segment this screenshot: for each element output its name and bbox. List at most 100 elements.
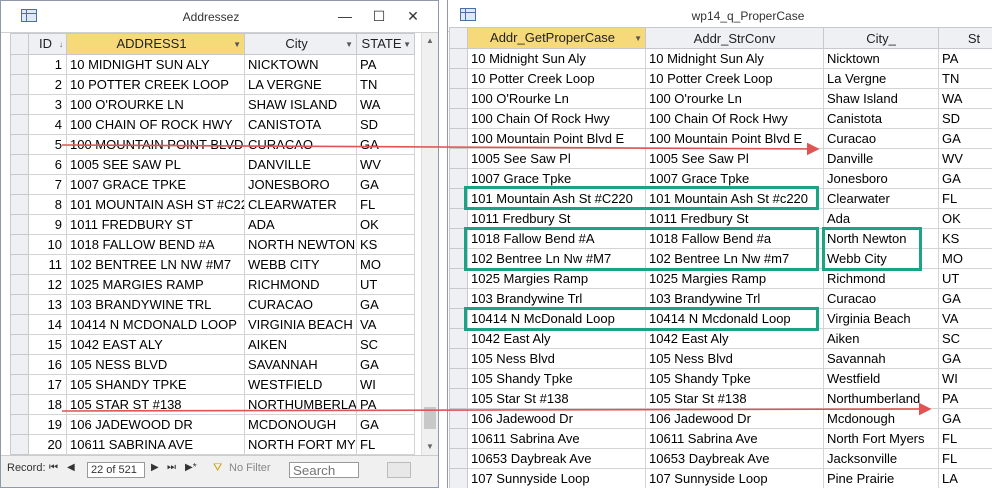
table-cell[interactable]: 100 Chain Of Rock Hwy bbox=[467, 108, 646, 129]
row-selector[interactable] bbox=[10, 274, 29, 295]
row-selector[interactable] bbox=[10, 234, 29, 255]
table-row[interactable]: 100 Chain Of Rock Hwy 100 Chain Of Rock H… bbox=[449, 108, 992, 129]
table-cell[interactable]: 101 Mountain Ash St #c220 bbox=[645, 188, 824, 209]
table-cell[interactable]: Clearwater bbox=[823, 188, 939, 209]
table-cell[interactable]: 8 bbox=[28, 194, 67, 215]
table-cell[interactable]: CANISTOTA bbox=[244, 114, 357, 135]
table-row[interactable]: 10 1018 FALLOW BEND #A NORTH NEWTON KS bbox=[10, 234, 415, 255]
table-cell[interactable]: 100 Mountain Point Blvd E bbox=[467, 128, 646, 149]
table-cell[interactable]: 10 MIDNIGHT SUN ALY bbox=[66, 54, 245, 75]
table-cell[interactable]: La Vergne bbox=[823, 68, 939, 89]
table-cell[interactable]: GA bbox=[356, 134, 415, 155]
table-cell[interactable]: MO bbox=[356, 254, 415, 275]
table-cell[interactable]: 10611 SABRINA AVE bbox=[66, 434, 245, 455]
select-all-cell[interactable] bbox=[10, 33, 29, 55]
table-cell[interactable]: 102 BENTREE LN NW #M7 bbox=[66, 254, 245, 275]
table-cell[interactable]: GA bbox=[356, 354, 415, 375]
table-cell[interactable]: GA bbox=[356, 294, 415, 315]
table-cell[interactable]: 106 JADEWOOD DR bbox=[66, 414, 245, 435]
table-cell[interactable]: AIKEN bbox=[244, 334, 357, 355]
table-cell[interactable]: Virginia Beach bbox=[823, 308, 939, 329]
table-row[interactable]: 1011 Fredbury St 1011 Fredbury St Ada OK bbox=[449, 208, 992, 229]
table-cell[interactable]: 1005 See Saw Pl bbox=[467, 148, 646, 169]
table-cell[interactable]: 10 Midnight Sun Aly bbox=[467, 48, 646, 69]
table-cell[interactable]: OK bbox=[356, 214, 415, 235]
row-selector[interactable] bbox=[449, 408, 468, 429]
table-cell[interactable]: PA bbox=[938, 48, 992, 69]
table-cell[interactable]: 100 O'ROURKE LN bbox=[66, 94, 245, 115]
row-selector[interactable] bbox=[449, 468, 468, 488]
table-cell[interactable]: North Newton bbox=[823, 228, 939, 249]
table-cell[interactable]: WV bbox=[356, 154, 415, 175]
table-cell[interactable]: 10 POTTER CREEK LOOP bbox=[66, 74, 245, 95]
table-row[interactable]: 2010611 SABRINA AVENORTH FORT MYERSFL bbox=[10, 434, 415, 455]
row-selector[interactable] bbox=[10, 214, 29, 235]
table-row[interactable]: 1018 Fallow Bend #A 1018 Fallow Bend #a No… bbox=[449, 228, 992, 249]
row-selector[interactable] bbox=[449, 88, 468, 109]
row-selector[interactable] bbox=[10, 374, 29, 395]
previous-record-icon[interactable]: ◀ bbox=[67, 462, 75, 473]
table-row[interactable]: 16 105 NESS BLVD SAVANNAH GA bbox=[10, 354, 415, 375]
table-cell[interactable]: Jonesboro bbox=[823, 168, 939, 189]
table-cell[interactable]: JONESBORO bbox=[244, 174, 357, 195]
table-cell[interactable]: SC bbox=[938, 328, 992, 349]
table-cell[interactable]: 19 bbox=[28, 414, 67, 435]
table-cell[interactable]: Danville bbox=[823, 148, 939, 169]
table-cell[interactable]: WI bbox=[938, 368, 992, 389]
table-cell[interactable]: North Fort Myers bbox=[823, 428, 939, 449]
table-row[interactable]: 8 101 MOUNTAIN ASH ST #C220 CLEARWATER FL bbox=[10, 194, 415, 215]
table-cell[interactable]: Ada bbox=[823, 208, 939, 229]
table-row[interactable]: 4 100 CHAIN OF ROCK HWY CANISTOTA SD bbox=[10, 114, 415, 135]
table-row[interactable]: 107 Sunnyside Loop 107 Sunnyside Loop Pine… bbox=[449, 468, 992, 488]
table-row[interactable]: 11 102 BENTREE LN NW #M7 WEBB CITY MO bbox=[10, 254, 415, 275]
table-cell[interactable]: Northumberland bbox=[823, 388, 939, 409]
row-selector[interactable] bbox=[449, 188, 468, 209]
table-cell[interactable]: Shaw Island bbox=[823, 88, 939, 109]
table-cell[interactable]: 107 Sunnyside Loop bbox=[645, 468, 824, 488]
table-cell[interactable]: 7 bbox=[28, 174, 67, 195]
select-all-cell[interactable] bbox=[449, 27, 468, 49]
table-cell[interactable]: 1007 Grace Tpke bbox=[467, 168, 646, 189]
table-cell[interactable]: 105 Star St #138 bbox=[645, 388, 824, 409]
table-cell[interactable]: PA bbox=[938, 388, 992, 409]
table-cell[interactable]: 15 bbox=[28, 334, 67, 355]
row-selector[interactable] bbox=[10, 314, 29, 335]
row-selector[interactable] bbox=[10, 354, 29, 375]
table-row[interactable]: 3 100 O'ROURKE LN SHAW ISLAND WA bbox=[10, 94, 415, 115]
table-cell[interactable]: NORTH NEWTON bbox=[244, 234, 357, 255]
column-header[interactable]: City_ bbox=[823, 27, 939, 49]
table-row[interactable]: 1042 East Aly 1042 East Aly Aiken SC bbox=[449, 328, 992, 349]
table-cell[interactable]: 17 bbox=[28, 374, 67, 395]
table-cell[interactable]: FL bbox=[938, 428, 992, 449]
table-cell[interactable]: VA bbox=[938, 308, 992, 329]
row-selector[interactable] bbox=[10, 54, 29, 75]
table-cell[interactable]: 18 bbox=[28, 394, 67, 415]
table-cell[interactable]: TN bbox=[938, 68, 992, 89]
table-cell[interactable]: GA bbox=[938, 168, 992, 189]
table-cell[interactable]: 10414 N MCDONALD LOOP bbox=[66, 314, 245, 335]
table-cell[interactable]: GA bbox=[356, 414, 415, 435]
table-cell[interactable]: 101 MOUNTAIN ASH ST #C220 bbox=[66, 194, 245, 215]
first-record-icon[interactable]: ⏮ bbox=[49, 462, 58, 473]
table-cell[interactable]: 10 Midnight Sun Aly bbox=[645, 48, 824, 69]
row-selector[interactable] bbox=[449, 428, 468, 449]
table-row[interactable]: 100 Mountain Point Blvd E 100 Mountain Po… bbox=[449, 128, 992, 149]
table-row[interactable]: 1007 Grace Tpke 1007 Grace Tpke Jonesboro G… bbox=[449, 168, 992, 189]
table-cell[interactable]: SC bbox=[356, 334, 415, 355]
table-cell[interactable]: 1018 FALLOW BEND #A bbox=[66, 234, 245, 255]
table-cell[interactable]: 1007 Grace Tpke bbox=[645, 168, 824, 189]
scroll-up-icon[interactable]: ▲ bbox=[422, 33, 438, 49]
horizontal-scrollbar[interactable] bbox=[387, 462, 411, 478]
table-cell[interactable]: UT bbox=[938, 268, 992, 289]
table-cell[interactable]: KS bbox=[938, 228, 992, 249]
table-cell[interactable]: Mcdonough bbox=[823, 408, 939, 429]
row-selector[interactable] bbox=[449, 68, 468, 89]
table-cell[interactable]: 1005 SEE SAW PL bbox=[66, 154, 245, 175]
table-cell[interactable]: 9 bbox=[28, 214, 67, 235]
last-record-icon[interactable]: ⏭ bbox=[167, 462, 176, 473]
table-cell[interactable]: 4 bbox=[28, 114, 67, 135]
table-cell[interactable]: 107 Sunnyside Loop bbox=[467, 468, 646, 488]
table-cell[interactable]: VA bbox=[356, 314, 415, 335]
column-header[interactable]: City ▼ bbox=[244, 33, 357, 55]
table-cell[interactable]: 1005 See Saw Pl bbox=[645, 148, 824, 169]
